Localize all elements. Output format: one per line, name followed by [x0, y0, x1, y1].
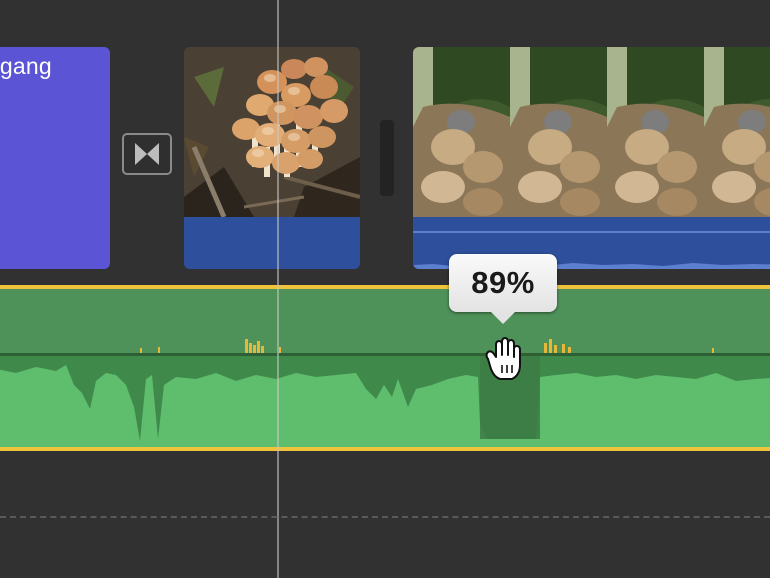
volume-tooltip: 89%: [449, 254, 557, 324]
music-waveform: [0, 289, 770, 447]
volume-value: 89%: [471, 265, 535, 300]
video-clip-volume-line[interactable]: [413, 231, 770, 233]
photo-clip-mushrooms[interactable]: [184, 47, 360, 269]
playhead[interactable]: [277, 0, 279, 578]
clip-gap-handle[interactable]: [380, 120, 394, 196]
video-filmstrip: [413, 47, 770, 217]
mushroom-photo-thumbnail: [184, 47, 360, 217]
title-clip[interactable]: rgang: [0, 47, 110, 269]
transition-icon[interactable]: [122, 133, 172, 175]
video-frame: [607, 47, 704, 217]
video-frame: [413, 47, 510, 217]
video-clip-squirrel[interactable]: [413, 47, 770, 269]
timeline[interactable]: rgang: [0, 0, 770, 578]
background-music-track[interactable]: [0, 285, 770, 451]
empty-lane-divider: [0, 516, 770, 518]
title-clip-label: rgang: [0, 53, 52, 79]
video-frame: [704, 47, 770, 217]
hand-grab-cursor-icon: [485, 337, 521, 380]
photo-clip-audio-strip: [184, 217, 360, 269]
video-frame: [510, 47, 607, 217]
